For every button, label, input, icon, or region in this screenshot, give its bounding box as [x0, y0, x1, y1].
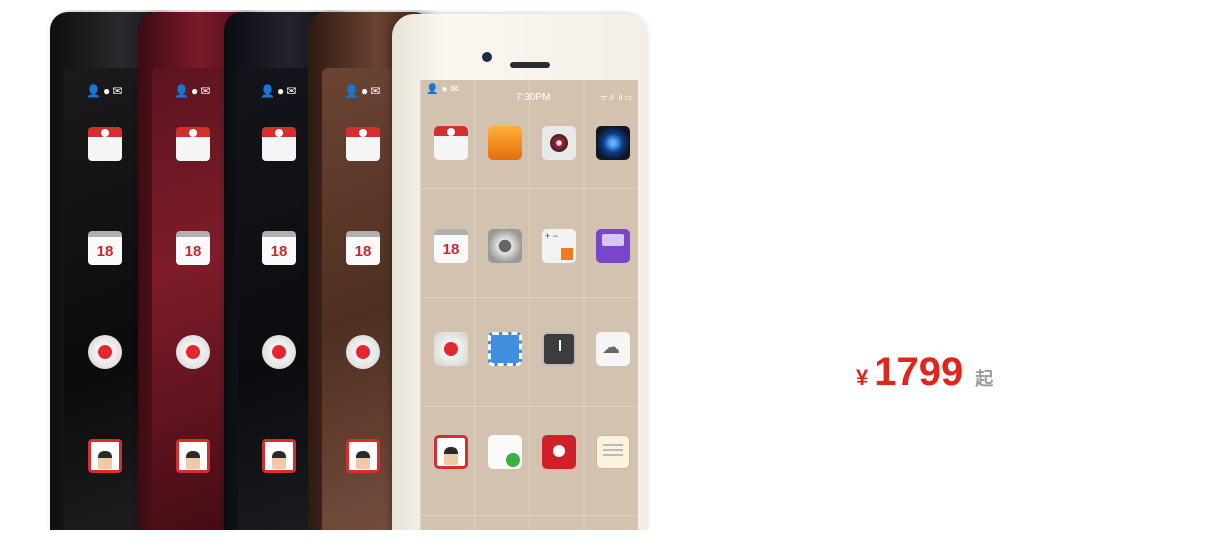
phone-white-front: 👤●✉ 7:30PM ᯤ.ıl .ıl ▭ [392, 14, 648, 530]
calendar-icon [176, 231, 210, 265]
recorder-icon [88, 335, 122, 369]
earpiece-icon [510, 62, 550, 68]
notification-icons: 👤●✉ [426, 84, 462, 95]
price-tag[interactable]: ¥ 1799 起 [856, 350, 993, 395]
store-icon [434, 126, 468, 160]
clock-icon [542, 332, 576, 366]
signal-icons: ᯤ.ıl .ıl ▭ [600, 93, 632, 102]
recorder-icon [176, 335, 210, 369]
price-amount: 1799 [874, 350, 964, 394]
camera-icon [596, 126, 630, 160]
currency-symbol: ¥ [856, 365, 869, 390]
music-icon [542, 126, 576, 160]
phone-screen: 👤●✉ 7:30PM ᯤ.ıl .ıl ▭ [420, 80, 638, 530]
smart-icon [434, 435, 468, 469]
price-suffix: 起 [975, 369, 994, 389]
front-camera-icon [482, 52, 492, 62]
status-icons: 👤●✉ [344, 84, 383, 98]
store-icon [346, 127, 380, 161]
weather-icon [596, 332, 630, 366]
calendar-icon [88, 231, 122, 265]
stamp-icon [488, 332, 522, 366]
contacts-icon [488, 435, 522, 469]
smart-icon [262, 439, 296, 473]
game-icon [596, 229, 630, 263]
icon-column [346, 127, 390, 530]
status-icons: 👤●✉ [174, 84, 213, 98]
smart-icon [176, 439, 210, 473]
store-icon [176, 127, 210, 161]
calendar-icon [434, 229, 468, 263]
app-grid [424, 126, 638, 469]
status-bar: 👤●✉ 7:30PM ᯤ.ıl .ıl ▭ [420, 80, 638, 104]
store-icon [88, 127, 122, 161]
smart-icon [346, 439, 380, 473]
notes-icon [596, 435, 630, 469]
recorder-icon [434, 332, 468, 366]
icon-column [88, 127, 132, 530]
status-icons: 👤●✉ [86, 84, 125, 98]
calendar-icon [346, 231, 380, 265]
phone-lineup-image[interactable]: 👤●✉ 👤●✉ 👤●✉ [40, 10, 660, 530]
store-icon [262, 127, 296, 161]
product-banner: 👤●✉ 👤●✉ 👤●✉ [0, 0, 1220, 554]
calendar-icon [262, 231, 296, 265]
redbox-icon [542, 435, 576, 469]
smart-icon [88, 439, 122, 473]
recorder-icon [262, 335, 296, 369]
recorder-icon [346, 335, 380, 369]
settings-icon [488, 229, 522, 263]
status-icons: 👤●✉ [260, 84, 299, 98]
calculator-icon [542, 229, 576, 263]
photos-icon [488, 126, 522, 160]
icon-column [262, 127, 306, 530]
status-time: 7:30PM [516, 92, 551, 103]
icon-column [176, 127, 220, 530]
